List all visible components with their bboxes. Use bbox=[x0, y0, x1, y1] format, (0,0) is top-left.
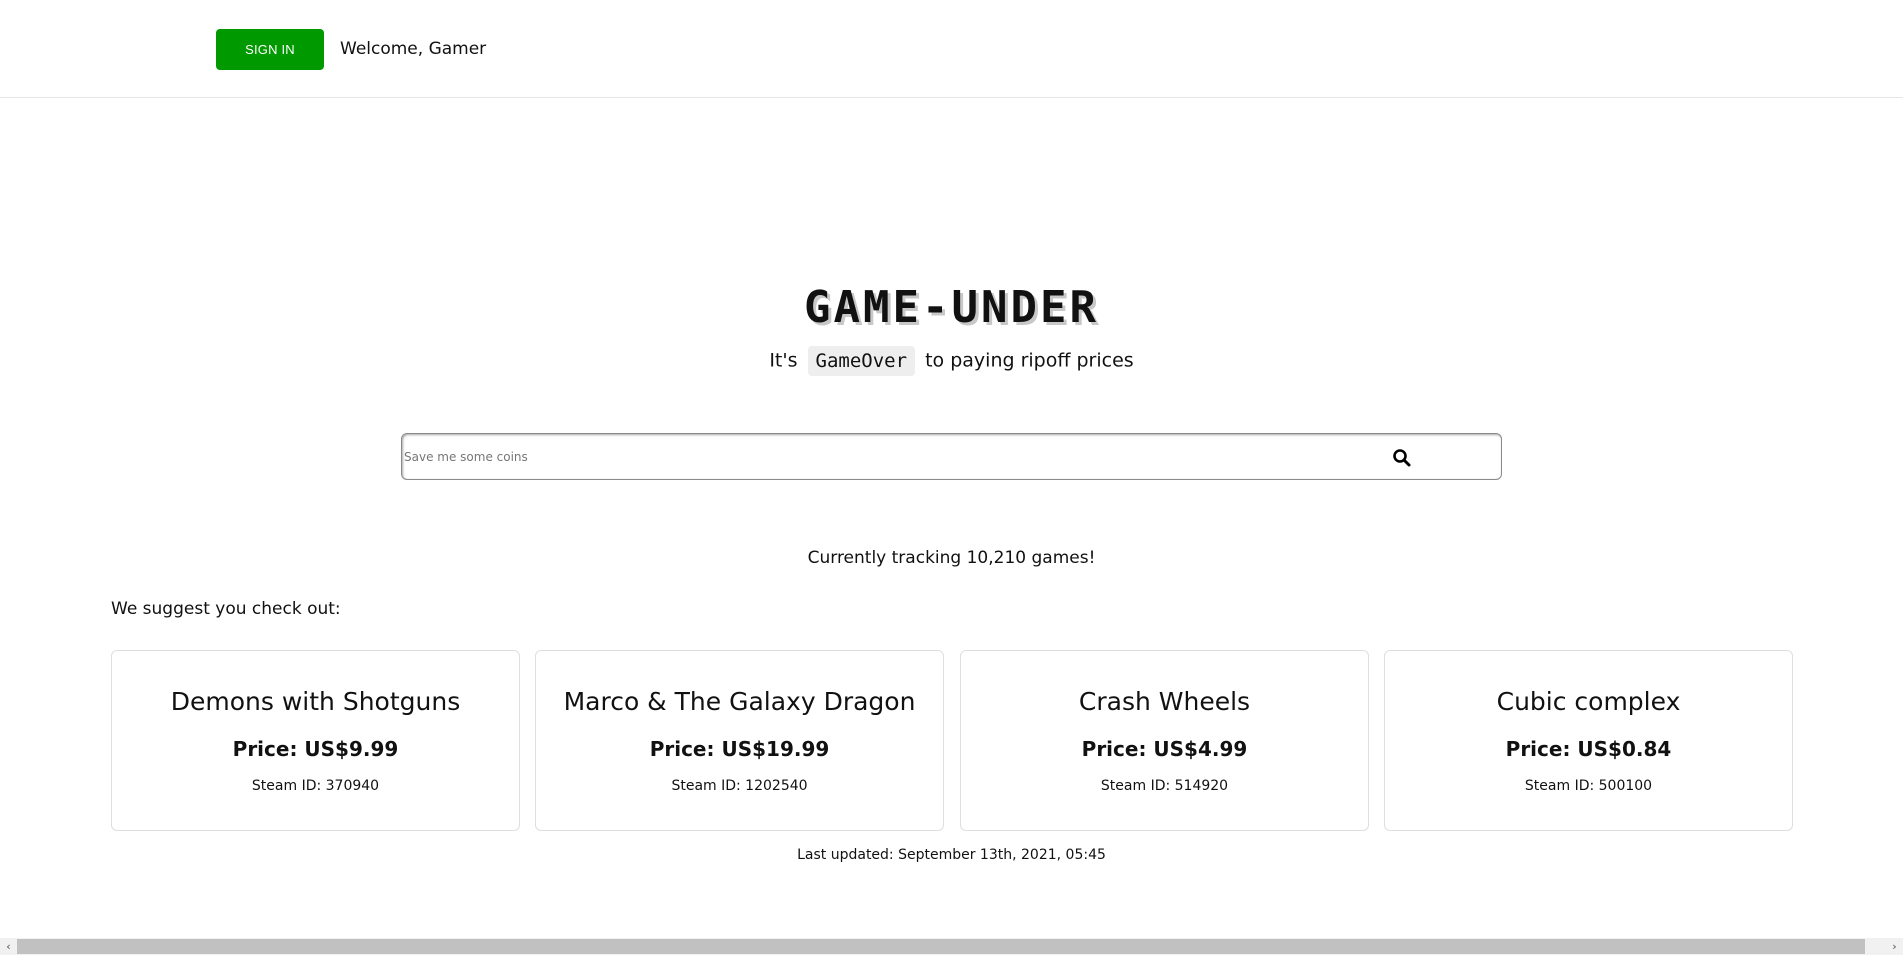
search-icon[interactable] bbox=[1392, 448, 1412, 468]
scrollbar-thumb[interactable] bbox=[17, 939, 1865, 954]
welcome-text: Welcome, Gamer bbox=[340, 39, 487, 59]
game-title: Crash Wheels bbox=[1078, 687, 1251, 716]
game-card[interactable]: Cubic complex Price: US$0.84 Steam ID: 5… bbox=[1384, 650, 1793, 831]
steam-id: Steam ID: 1202540 bbox=[671, 778, 808, 794]
game-price: Price: US$19.99 bbox=[649, 737, 830, 761]
game-title: Cubic complex bbox=[1496, 687, 1681, 716]
game-price: Price: US$9.99 bbox=[232, 737, 399, 761]
steam-id: Steam ID: 500100 bbox=[1524, 778, 1653, 794]
brand-logo-title: GAME-UNDER bbox=[804, 282, 1099, 333]
game-card[interactable]: Marco & The Galaxy Dragon Price: US$19.9… bbox=[535, 650, 944, 831]
search-bar bbox=[401, 433, 1502, 480]
steam-id: Steam ID: 370940 bbox=[251, 778, 380, 794]
tagline-before: It's bbox=[769, 349, 798, 372]
scroll-left-arrow-icon[interactable]: ‹ bbox=[0, 938, 17, 955]
suggest-heading: We suggest you check out: bbox=[111, 599, 341, 619]
game-title: Demons with Shotguns bbox=[170, 687, 461, 716]
game-price: Price: US$4.99 bbox=[1081, 737, 1248, 761]
tagline: It's GameOver to paying ripoff prices bbox=[0, 346, 1903, 376]
scroll-right-arrow-icon[interactable]: › bbox=[1886, 938, 1903, 955]
tracking-count: Currently tracking 10,210 games! bbox=[807, 548, 1096, 568]
sign-in-button[interactable]: SIGN IN bbox=[216, 29, 324, 70]
page: SIGN IN Welcome, Gamer GAME-UNDER It's G… bbox=[0, 0, 1903, 955]
game-title: Marco & The Galaxy Dragon bbox=[563, 687, 916, 716]
game-card[interactable]: Demons with Shotguns Price: US$9.99 Stea… bbox=[111, 650, 520, 831]
search-input[interactable] bbox=[404, 434, 1364, 479]
horizontal-scrollbar[interactable]: ‹ › bbox=[0, 938, 1903, 955]
tagline-code: GameOver bbox=[807, 346, 916, 376]
tagline-after: to paying ripoff prices bbox=[925, 349, 1134, 372]
top-header: SIGN IN Welcome, Gamer bbox=[0, 0, 1903, 98]
game-price: Price: US$0.84 bbox=[1505, 737, 1672, 761]
last-updated: Last updated: September 13th, 2021, 05:4… bbox=[797, 847, 1106, 863]
steam-id: Steam ID: 514920 bbox=[1100, 778, 1229, 794]
game-card[interactable]: Crash Wheels Price: US$4.99 Steam ID: 51… bbox=[960, 650, 1369, 831]
